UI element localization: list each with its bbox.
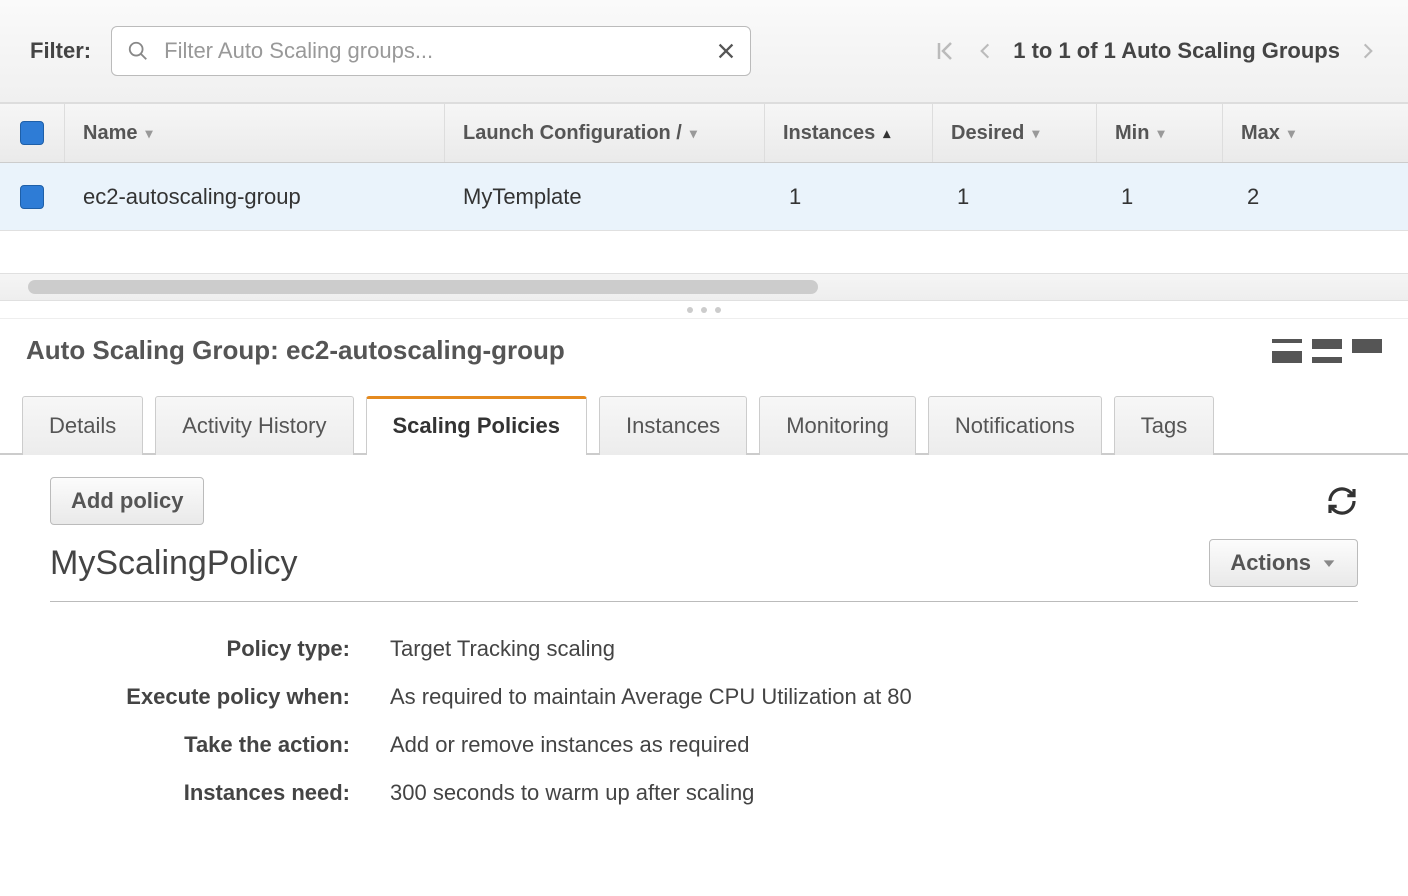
column-desired[interactable]: Desired ▾ [932, 104, 1096, 162]
column-max[interactable]: Max ▾ [1222, 104, 1362, 162]
page-prev-icon[interactable] [975, 39, 995, 63]
tab-activity-history[interactable]: Activity History [155, 396, 353, 455]
tab-scaling-policies[interactable]: Scaling Policies [366, 396, 588, 455]
policy-title-row: MyScalingPolicy Actions [50, 535, 1358, 602]
row-checkbox[interactable] [20, 185, 44, 209]
cell-max: 2 [1222, 163, 1362, 230]
clear-icon[interactable] [715, 40, 737, 62]
filter-label: Filter: [30, 38, 91, 64]
tab-monitoring[interactable]: Monitoring [759, 396, 916, 455]
column-launch-config[interactable]: Launch Configuration / ▾ [444, 104, 764, 162]
page-first-icon[interactable] [933, 39, 957, 63]
policy-details: Policy type: Target Tracking scaling Exe… [0, 602, 1408, 826]
refresh-icon[interactable] [1326, 485, 1358, 517]
chevron-down-icon [1321, 555, 1337, 571]
sort-icon: ▾ [145, 125, 152, 142]
pager-text: 1 to 1 of 1 Auto Scaling Groups [1013, 38, 1340, 64]
policy-name: MyScalingPolicy [50, 544, 298, 583]
detail-title: Auto Scaling Group: ec2-autoscaling-grou… [26, 335, 565, 366]
policy-type-label: Policy type: [50, 636, 390, 662]
column-launch-label: Launch Configuration / [463, 122, 682, 145]
column-instances-label: Instances [783, 122, 875, 145]
cell-instances: 1 [764, 163, 932, 230]
select-all-checkbox[interactable] [20, 121, 44, 145]
sort-asc-icon: ▴ [883, 125, 890, 142]
policy-execute-value: As required to maintain Average CPU Util… [390, 684, 1358, 710]
pane-resize-handle[interactable] [0, 301, 1408, 319]
layout-switcher [1272, 339, 1382, 363]
tab-instances[interactable]: Instances [599, 396, 747, 455]
layout-bottom-icon[interactable] [1352, 339, 1382, 363]
filter-bar: Filter: 1 to 1 of 1 Auto Scaling Groups [0, 0, 1408, 103]
sort-icon: ▾ [1032, 125, 1039, 142]
column-name-label: Name [83, 122, 137, 145]
policy-actions-label: Actions [1230, 550, 1311, 576]
row-checkbox-cell [0, 185, 64, 209]
policy-action-value: Add or remove instances as required [390, 732, 1358, 758]
layout-top-icon[interactable] [1272, 339, 1302, 363]
sort-icon: ▾ [1288, 125, 1295, 142]
cell-launch: MyTemplate [444, 163, 764, 230]
detail-tabs: Details Activity History Scaling Policie… [0, 394, 1408, 455]
select-all-cell [0, 121, 64, 145]
policy-execute-label: Execute policy when: [50, 684, 390, 710]
filter-input[interactable] [111, 26, 751, 76]
detail-header: Auto Scaling Group: ec2-autoscaling-grou… [0, 319, 1408, 376]
filter-input-wrap [111, 26, 751, 76]
column-desired-label: Desired [951, 122, 1024, 145]
tab-notifications[interactable]: Notifications [928, 396, 1102, 455]
scrollbar-thumb[interactable] [28, 280, 818, 294]
tab-tags[interactable]: Tags [1114, 396, 1214, 455]
horizontal-scrollbar[interactable] [0, 273, 1408, 301]
table-header: Name ▾ Launch Configuration / ▾ Instance… [0, 103, 1408, 163]
policy-action-label: Take the action: [50, 732, 390, 758]
column-min-label: Min [1115, 122, 1149, 145]
policy-warmup-value: 300 seconds to warm up after scaling [390, 780, 1358, 806]
sort-icon: ▾ [690, 125, 697, 142]
sort-icon: ▾ [1157, 125, 1164, 142]
detail-title-name: ec2-autoscaling-group [286, 335, 565, 365]
tab-details[interactable]: Details [22, 396, 143, 455]
cell-name: ec2-autoscaling-group [64, 163, 444, 230]
column-name[interactable]: Name ▾ [64, 104, 444, 162]
column-instances[interactable]: Instances ▴ [764, 104, 932, 162]
policy-warmup-label: Instances need: [50, 780, 390, 806]
search-icon [127, 40, 149, 62]
detail-title-prefix: Auto Scaling Group: [26, 335, 286, 365]
table-row[interactable]: ec2-autoscaling-group MyTemplate 1 1 1 2 [0, 163, 1408, 231]
policy-type-value: Target Tracking scaling [390, 636, 1358, 662]
policy-actions-button[interactable]: Actions [1209, 539, 1358, 587]
column-min[interactable]: Min ▾ [1096, 104, 1222, 162]
add-policy-button[interactable]: Add policy [50, 477, 204, 525]
layout-split-icon[interactable] [1312, 339, 1342, 363]
column-max-label: Max [1241, 122, 1280, 145]
policy-toolbar: Add policy [0, 455, 1408, 535]
cell-min: 1 [1096, 163, 1222, 230]
page-next-icon[interactable] [1358, 39, 1378, 63]
cell-desired: 1 [932, 163, 1096, 230]
pager: 1 to 1 of 1 Auto Scaling Groups [933, 38, 1378, 64]
